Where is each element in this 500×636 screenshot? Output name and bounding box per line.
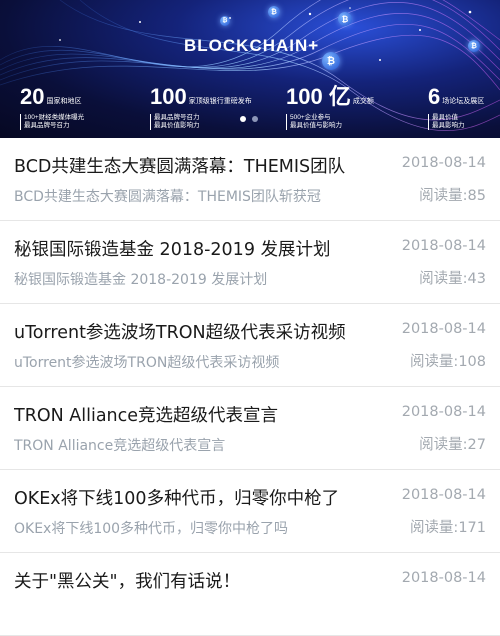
bitcoin-coin-icon: ₿ xyxy=(338,12,352,26)
article-summary: uTorrent参选波场TRON超级代表采访视频 xyxy=(14,355,280,371)
carousel-indicator[interactable] xyxy=(240,116,258,122)
article-summary: 秘银国际锻造基金 2018-2019 发展计划 xyxy=(14,272,268,288)
article-title: TRON Alliance竞选超级代表宣言 xyxy=(14,406,279,426)
article-date: 2018-08-14 xyxy=(401,404,486,420)
article-read-count: 阅读量:108 xyxy=(409,354,486,370)
banner-carousel[interactable]: ₿ ₿ ₿ ₿ ₿ BLOCKCHAIN+ 20 国家和地区 100+财经类媒体曝… xyxy=(0,0,500,138)
article-date: 2018-08-14 xyxy=(401,155,486,171)
article-date: 2018-08-14 xyxy=(401,238,486,254)
list-item[interactable]: 关于"黑公关"，我们有话说！ 2018-08-14 xyxy=(0,553,500,636)
list-item[interactable]: TRON Alliance竞选超级代表宣言 TRON Alliance竞选超级代表… xyxy=(0,387,500,470)
article-read-count: 阅读量:171 xyxy=(409,520,486,536)
banner-stat: 100 亿成交额 500+企业参与 最具价值与影响力 xyxy=(286,84,374,130)
article-title: BCD共建生态大赛圆满落幕：THEMIS团队 xyxy=(14,157,346,177)
list-item[interactable]: BCD共建生态大赛圆满落幕：THEMIS团队 BCD共建生态大赛圆满落幕：THEM… xyxy=(0,138,500,221)
article-read-count: 阅读量:43 xyxy=(419,271,486,287)
bitcoin-coin-icon: ₿ xyxy=(220,16,230,26)
article-title: 关于"黑公关"，我们有话说！ xyxy=(14,572,241,592)
article-read-count: 阅读量:27 xyxy=(419,437,486,453)
article-list: BCD共建生态大赛圆满落幕：THEMIS团队 BCD共建生态大赛圆满落幕：THEM… xyxy=(0,138,500,636)
list-item[interactable]: uTorrent参选波场TRON超级代表采访视频 uTorrent参选波场TRON… xyxy=(0,304,500,387)
banner-stat: 20 国家和地区 100+财经类媒体曝光 最具品牌号召力 xyxy=(20,84,85,130)
article-date: 2018-08-14 xyxy=(401,487,486,503)
carousel-dot[interactable] xyxy=(240,116,246,122)
article-title: uTorrent参选波场TRON超级代表采访视频 xyxy=(14,323,346,343)
article-summary: BCD共建生态大赛圆满落幕：THEMIS团队斩获冠 xyxy=(14,189,321,205)
article-title: OKEx将下线100多种代币，归零你中枪了 xyxy=(14,489,340,509)
article-date: 2018-08-14 xyxy=(401,321,486,337)
article-date: 2018-08-14 xyxy=(401,570,486,586)
banner-stat: 100 家顶级银行重磅发布 最具品牌号召力 最具价值影响力 xyxy=(150,84,252,130)
bitcoin-coin-icon: ₿ xyxy=(468,40,480,52)
banner-title: BLOCKCHAIN+ xyxy=(184,36,320,55)
banner-stat: 6 场论坛及展区 最具价值 最具影响力 xyxy=(428,84,485,130)
list-item[interactable]: 秘银国际锻造基金 2018-2019 发展计划秘银国际锻造基金 2018-201… xyxy=(0,221,500,304)
article-summary: OKEx将下线100多种代币，归零你中枪了吗 xyxy=(14,521,289,537)
carousel-dot[interactable] xyxy=(252,116,258,122)
bitcoin-coin-icon: ₿ xyxy=(322,52,340,70)
list-item[interactable]: OKEx将下线100多种代币，归零你中枪了 OKEx将下线100多种代币，归零你中… xyxy=(0,470,500,553)
article-summary: TRON Alliance竞选超级代表宣言 xyxy=(14,438,226,454)
article-read-count: 阅读量:85 xyxy=(419,188,486,204)
bitcoin-coin-icon: ₿ xyxy=(268,6,280,18)
article-title: 秘银国际锻造基金 2018-2019 发展计划 xyxy=(14,240,331,260)
